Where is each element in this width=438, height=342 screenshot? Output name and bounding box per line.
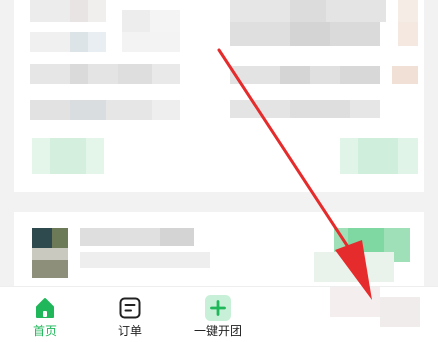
pixelated-content [32, 228, 410, 282]
home-icon [32, 295, 58, 321]
content-card-top[interactable] [14, 0, 424, 192]
tab-home[interactable]: 首页 [0, 287, 90, 342]
tab-label: 订单 [117, 324, 142, 338]
bottom-tab-bar: 首页 订单 一键开团 [0, 286, 438, 342]
tab-label: 一键开团 [193, 324, 242, 338]
plus-icon [205, 295, 231, 321]
order-icon [117, 295, 143, 321]
tab-orders[interactable]: 订单 [85, 287, 175, 342]
pixelated-content [30, 0, 418, 174]
app-screen: 首页 订单 一键开团 [0, 0, 438, 342]
tab-quick-group[interactable]: 一键开团 [173, 287, 263, 342]
tab-label: 首页 [32, 324, 57, 338]
pixelated-content [330, 287, 420, 327]
content-card-bottom[interactable] [14, 212, 424, 292]
